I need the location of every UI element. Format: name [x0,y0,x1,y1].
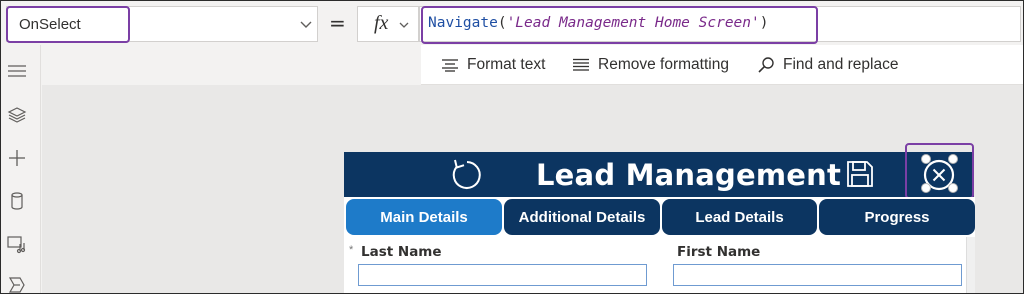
formula-function: Navigate [428,15,498,31]
refresh-icon[interactable] [450,156,484,192]
formula-text[interactable]: Navigate('Lead Management Home Screen') [428,15,768,31]
fx-icon: fx [374,12,389,34]
format-text-button[interactable]: Format text [441,55,545,75]
formula-open-paren: ( [497,15,507,31]
last-name-label: Last Name [361,244,442,260]
equals-sign: = [329,11,346,35]
power-apps-studio: OnSelect = fx Navigate('Lead Management … [0,0,1024,294]
resize-handle[interactable] [921,154,931,164]
find-replace-button[interactable]: Find and replace [757,55,898,75]
property-highlight [6,6,130,43]
resize-handle[interactable] [921,183,931,193]
hamburger-icon[interactable] [7,61,27,81]
find-replace-label: Find and replace [783,56,899,73]
resize-handle[interactable] [948,183,958,193]
fx-button[interactable]: fx [357,6,419,42]
format-text-label: Format text [467,56,546,73]
formula-argument: 'Lead Management Home Screen' [506,15,760,31]
formula-close-paren: ) [759,15,769,31]
first-name-input[interactable] [673,264,962,286]
tab-additional-details[interactable]: Additional Details [504,199,660,235]
chevron-down-icon [300,21,312,28]
chevron-down-icon [399,22,409,28]
media-icon[interactable] [7,234,27,254]
tab-progress[interactable]: Progress [819,199,975,235]
required-marker: * [349,244,354,256]
search-icon [758,57,774,73]
format-text-icon [442,59,458,72]
plus-icon[interactable] [7,148,27,168]
left-rail [1,45,41,294]
formula-bar: OnSelect = fx Navigate('Lead Management … [1,1,1023,45]
app-title: Lead Management [536,158,842,192]
tools-icon[interactable] [7,275,27,294]
remove-formatting-button[interactable]: Remove formatting [572,55,729,75]
form-scrollbar[interactable] [966,237,975,293]
selected-control-outline [905,143,974,199]
last-name-input[interactable] [358,264,647,286]
remove-formatting-icon [573,58,589,71]
remove-formatting-label: Remove formatting [598,56,729,73]
tab-lead-details[interactable]: Lead Details [662,199,817,235]
first-name-label: First Name [677,244,761,260]
tab-main-details[interactable]: Main Details [346,199,502,235]
formatting-toolbar: Format text Remove formatting Find and r… [421,45,1023,85]
layers-icon[interactable] [7,105,27,125]
database-icon[interactable] [7,191,27,211]
resize-handle[interactable] [948,154,958,164]
save-icon[interactable] [846,160,874,188]
